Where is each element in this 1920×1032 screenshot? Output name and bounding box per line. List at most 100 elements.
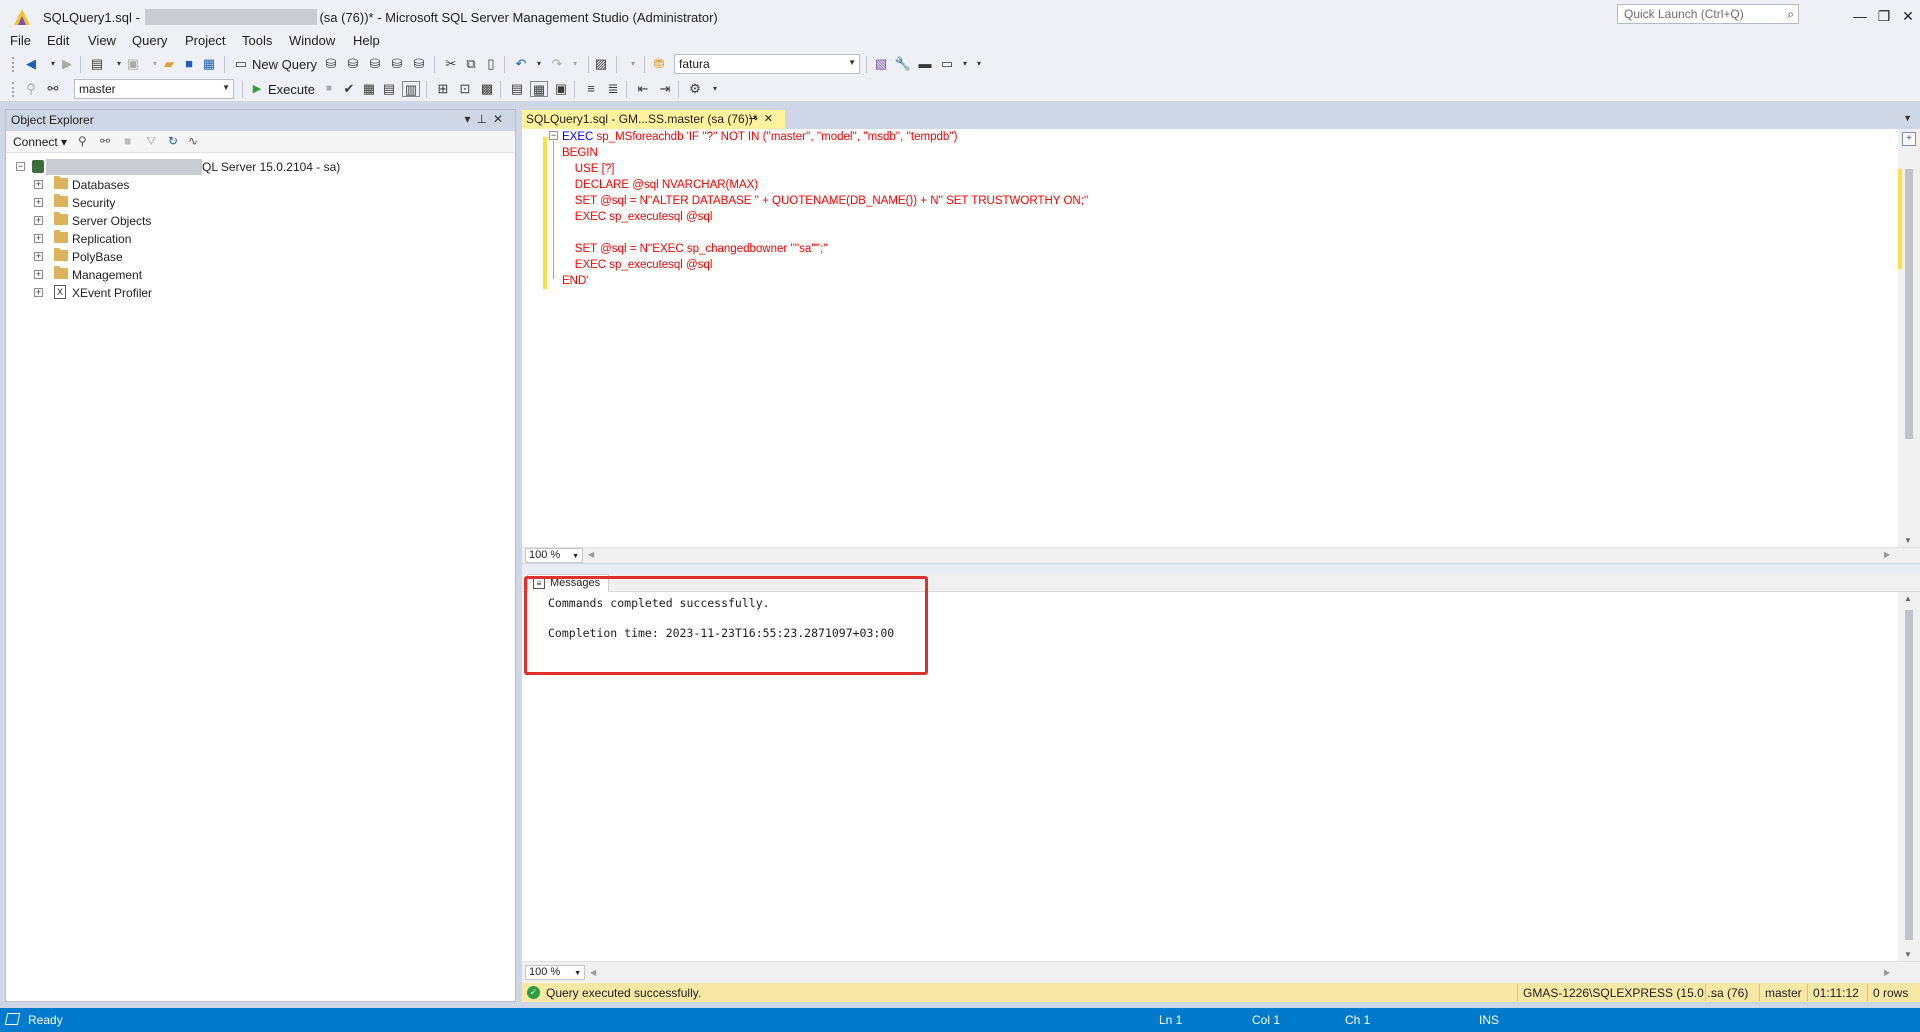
include-actual-plan-icon[interactable]: ⊞ xyxy=(434,81,452,97)
collapse-toggle-icon[interactable]: − xyxy=(16,162,25,171)
database-combo[interactable]: fatura ▼ xyxy=(674,54,860,74)
new-project-icon[interactable]: ▤ xyxy=(88,56,106,72)
tree-node-management[interactable]: + Management xyxy=(6,266,506,284)
scroll-right-icon[interactable]: ▶ xyxy=(1884,550,1890,559)
sql-editor[interactable]: − EXEC sp_MSforeachdb 'IF ''?'' NOT IN (… xyxy=(522,129,1898,547)
save-all-icon[interactable]: ▦ xyxy=(200,56,218,72)
scrollbar-thumb[interactable] xyxy=(1905,610,1913,940)
expand-toggle-icon[interactable]: + xyxy=(34,252,43,261)
chevron-down-icon[interactable]: ▼ xyxy=(572,550,579,563)
refresh-icon[interactable]: ↻ xyxy=(168,134,178,148)
expand-toggle-icon[interactable]: + xyxy=(34,180,43,189)
increase-indent-icon[interactable]: ⇥ xyxy=(656,81,674,97)
output-window-icon[interactable] xyxy=(4,1013,21,1025)
quick-launch-input[interactable]: Quick Launch (Ctrl+Q) ⌕ xyxy=(1617,4,1799,24)
execute-play-icon[interactable]: ▶ xyxy=(248,81,266,97)
undo-icon[interactable]: ↶ xyxy=(512,56,530,72)
tab-list-dropdown-icon[interactable]: ▼ xyxy=(1903,113,1912,123)
expand-toggle-icon[interactable]: + xyxy=(34,270,43,279)
close-icon[interactable]: ✕ xyxy=(493,112,509,126)
search-icon[interactable]: ⌕ xyxy=(1787,7,1794,22)
close-window-button[interactable]: ✕ xyxy=(1896,4,1920,28)
toolbar-overflow-icon[interactable]: ▾ xyxy=(970,56,988,72)
outline-collapse-icon[interactable]: − xyxy=(549,131,558,140)
connect-object-explorer-icon[interactable]: ⚲ xyxy=(78,134,87,148)
panel-dropdown-icon[interactable]: ▾ xyxy=(464,112,476,126)
analysis-dmx-query-icon[interactable]: ⛁ xyxy=(366,56,384,72)
scroll-up-icon[interactable]: ▲ xyxy=(1904,594,1912,603)
tab-sqlquery1[interactable]: SQLQuery1.sql - GM...SS.master (sa (76))… xyxy=(522,110,785,129)
new-query-icon[interactable]: ▭ xyxy=(232,56,250,72)
wrench-icon[interactable]: 🔧 xyxy=(894,56,912,72)
tree-node-security[interactable]: + Security xyxy=(6,194,506,212)
live-query-stats-icon[interactable]: ⊡ xyxy=(456,81,474,97)
database-engine-query-icon[interactable]: ⛁ xyxy=(322,56,340,72)
expand-toggle-icon[interactable]: + xyxy=(34,288,43,297)
analysis-xmla-query-icon[interactable]: ⛁ xyxy=(388,56,406,72)
query-options-icon[interactable]: ▤ xyxy=(380,81,398,97)
output-window-icon[interactable]: ▭ xyxy=(938,56,956,72)
chevron-down-icon[interactable]: ▼ xyxy=(574,967,581,980)
scrollbar-thumb[interactable] xyxy=(1905,169,1913,439)
tree-node-xevent-profiler[interactable]: + X XEvent Profiler xyxy=(6,284,506,302)
scroll-left-icon[interactable]: ◀ xyxy=(590,968,596,977)
menu-window[interactable]: Window xyxy=(289,33,335,48)
filter-icon[interactable]: ⛛ xyxy=(146,134,156,149)
menu-edit[interactable]: Edit xyxy=(47,33,69,48)
split-window-icon[interactable]: + xyxy=(1902,132,1916,146)
connect-dropdown-button[interactable]: Connect ▾ xyxy=(13,135,67,149)
stop-icon[interactable]: ■ xyxy=(124,134,131,148)
results-splitter[interactable] xyxy=(522,564,1920,574)
expand-toggle-icon[interactable]: + xyxy=(34,234,43,243)
editor-zoom-combo[interactable]: 100 % ▼ xyxy=(525,548,583,563)
forward-icon[interactable]: ▶ xyxy=(58,56,76,72)
disconnect-icon[interactable]: ⚯ xyxy=(100,134,110,148)
new-query-button[interactable]: New Query xyxy=(252,57,317,72)
display-estimated-plan-icon[interactable]: ▦ xyxy=(360,81,378,97)
decrease-indent-icon[interactable]: ⇤ xyxy=(634,81,652,97)
menu-help[interactable]: Help xyxy=(353,33,380,48)
activity-monitor-icon[interactable]: ▨ xyxy=(592,56,610,72)
solution-config-dropdown-icon[interactable]: ▾ xyxy=(624,56,642,72)
results-to-file-icon[interactable]: ▣ xyxy=(552,81,570,97)
change-connection-icon[interactable]: ⚯ xyxy=(44,81,62,97)
specify-template-values-icon[interactable]: ⚙ xyxy=(686,81,704,97)
pin-icon[interactable]: ⊸ xyxy=(749,113,764,125)
connect-icon[interactable]: ⚲ xyxy=(22,81,40,97)
open-file-icon[interactable]: ▰ xyxy=(160,56,178,72)
menu-file[interactable]: File xyxy=(10,33,31,48)
results-zoom-combo[interactable]: 100 % ▼ xyxy=(525,965,585,980)
paste-icon[interactable]: ▯ xyxy=(482,56,500,72)
parse-checkmark-icon[interactable]: ✔ xyxy=(340,81,358,97)
minimize-button[interactable]: — xyxy=(1848,4,1872,28)
back-icon[interactable]: ◀ xyxy=(22,56,40,72)
editor-vertical-scrollbar[interactable]: + ▼ xyxy=(1898,129,1920,547)
execute-button[interactable]: Execute xyxy=(268,82,315,97)
client-statistics-icon[interactable]: ▩ xyxy=(478,81,496,97)
chevron-down-icon[interactable]: ▼ xyxy=(222,83,230,92)
results-to-text-icon[interactable]: ▤ xyxy=(508,81,526,97)
analysis-das-query-icon[interactable]: ⛁ xyxy=(410,56,428,72)
scroll-down-icon[interactable]: ▼ xyxy=(1904,536,1912,545)
menu-view[interactable]: View xyxy=(88,33,116,48)
add-item-icon[interactable]: ▣ xyxy=(124,56,142,72)
expand-toggle-icon[interactable]: + xyxy=(34,216,43,225)
pin-icon[interactable]: ⊥ xyxy=(476,112,492,126)
analysis-mdx-query-icon[interactable]: ⛁ xyxy=(344,56,362,72)
redo-icon[interactable]: ↷ xyxy=(548,56,566,72)
scroll-left-icon[interactable]: ◀ xyxy=(588,550,594,559)
uncomment-icon[interactable]: ≣ xyxy=(604,81,622,97)
properties-window-icon[interactable]: ▧ xyxy=(872,56,890,72)
tree-node-replication[interactable]: + Replication xyxy=(6,230,506,248)
close-tab-icon[interactable]: ✕ xyxy=(764,113,779,125)
tree-node-databases[interactable]: + Databases xyxy=(6,176,506,194)
scroll-right-icon[interactable]: ▶ xyxy=(1884,968,1890,977)
chevron-down-icon[interactable]: ▼ xyxy=(848,58,856,67)
comment-icon[interactable]: ≡ xyxy=(582,81,600,97)
scroll-down-icon[interactable]: ▼ xyxy=(1904,950,1912,959)
menu-tools[interactable]: Tools xyxy=(242,33,272,48)
toolbar-grip[interactable] xyxy=(12,82,15,97)
restore-button[interactable]: ❐ xyxy=(1872,4,1896,28)
tree-node-polybase[interactable]: + PolyBase xyxy=(6,248,506,266)
toolbox-icon[interactable]: ▬ xyxy=(916,56,934,72)
